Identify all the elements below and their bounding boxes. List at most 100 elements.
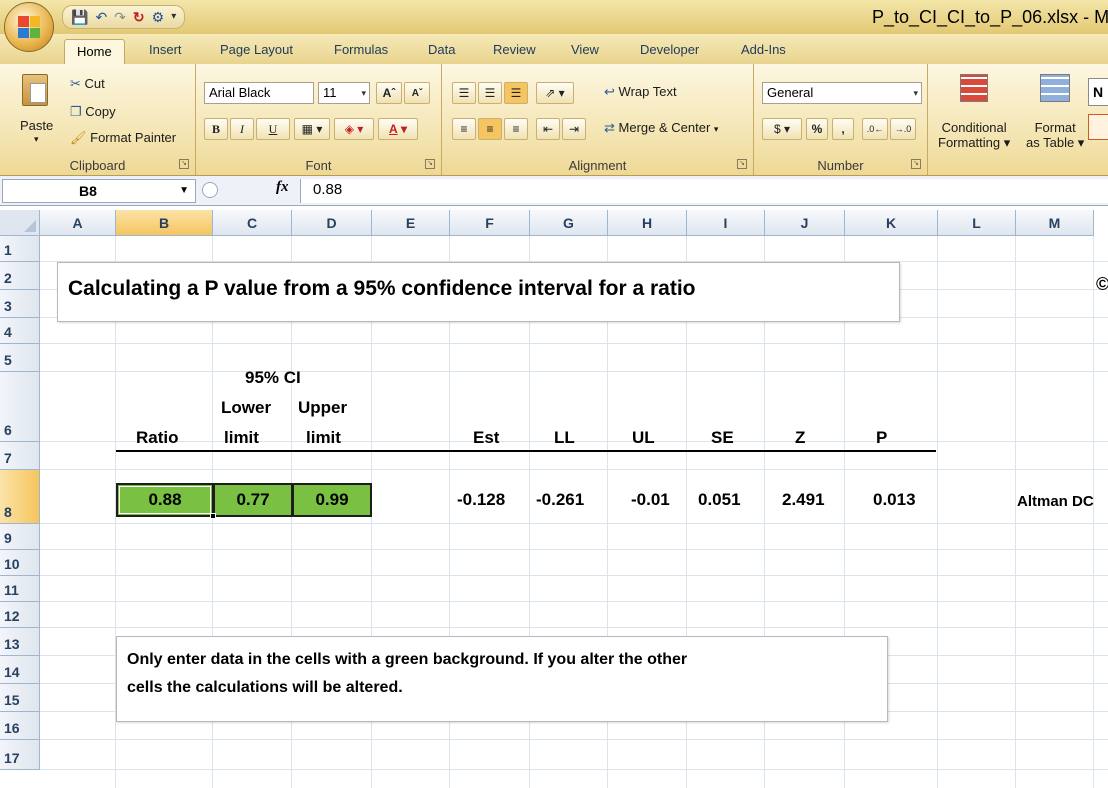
office-button[interactable] [4, 2, 54, 52]
input-lower-cell[interactable]: 0.77 [213, 483, 293, 517]
align-middle-icon[interactable]: ☰ [478, 82, 502, 104]
name-box[interactable]: B8 ▼ [2, 179, 196, 203]
row-header-3[interactable]: 3 [0, 290, 40, 318]
column-header-a[interactable]: A [40, 210, 116, 236]
font-launcher-icon[interactable]: ↘ [425, 159, 435, 169]
row-header-15[interactable]: 15 [0, 684, 40, 712]
select-all-corner[interactable] [0, 210, 40, 236]
clipboard-launcher-icon[interactable]: ↘ [179, 159, 189, 169]
row-header-9[interactable]: 9 [0, 524, 40, 550]
merge-center-button[interactable]: ⇄ Merge & Center ▾ [604, 120, 718, 136]
note-textbox[interactable]: Only enter data in the cells with a gree… [116, 636, 888, 722]
row-header-11[interactable]: 11 [0, 576, 40, 602]
fill-handle[interactable] [210, 513, 216, 519]
orientation-icon[interactable]: ⇗ ▾ [536, 82, 574, 104]
tab-view[interactable]: View [571, 42, 599, 57]
row-header-17[interactable]: 17 [0, 740, 40, 770]
column-header-d[interactable]: D [292, 210, 372, 236]
paste-button[interactable]: Paste [20, 118, 53, 133]
decrease-indent-icon[interactable]: ⇤ [536, 118, 560, 140]
bold-button[interactable]: B [204, 118, 228, 140]
grow-font-icon[interactable]: Aˆ [376, 82, 402, 104]
comma-button[interactable]: , [832, 118, 854, 140]
underline-button[interactable]: U [256, 118, 290, 140]
percent-button[interactable]: % [806, 118, 828, 140]
increase-indent-icon[interactable]: ⇥ [562, 118, 586, 140]
row-header-12[interactable]: 12 [0, 602, 40, 628]
column-header-c[interactable]: C [213, 210, 292, 236]
paste-icon[interactable] [22, 74, 48, 106]
row-header-13[interactable]: 13 [0, 628, 40, 656]
column-header-k[interactable]: K [845, 210, 938, 236]
borders-icon[interactable]: ▦ ▾ [294, 118, 330, 140]
row-header-8[interactable]: 8 [0, 470, 40, 524]
cell-styles-button[interactable]: N [1088, 78, 1108, 106]
row-header-1[interactable]: 1 [0, 236, 40, 262]
italic-button[interactable]: I [230, 118, 254, 140]
cut-button[interactable]: ✂ Cut [70, 76, 105, 92]
tab-review[interactable]: Review [493, 42, 536, 57]
input-ratio-cell[interactable]: 0.88 [116, 483, 214, 517]
paste-dropdown-icon[interactable]: ▾ [34, 134, 39, 145]
conditional-formatting-icon[interactable] [960, 74, 988, 102]
tab-insert[interactable]: Insert [149, 42, 182, 57]
redo-icon[interactable]: ↷ [114, 8, 126, 26]
column-header-i[interactable]: I [687, 210, 765, 236]
input-upper-cell[interactable]: 0.99 [292, 483, 372, 517]
row-header-7[interactable]: 7 [0, 442, 40, 470]
column-header-e[interactable]: E [372, 210, 450, 236]
row-header-14[interactable]: 14 [0, 656, 40, 684]
row-header-4[interactable]: 4 [0, 318, 40, 344]
column-header-b[interactable]: B [116, 210, 213, 236]
decrease-decimal-icon[interactable]: →.0 [890, 118, 916, 140]
increase-decimal-icon[interactable]: .0← [862, 118, 888, 140]
column-header-j[interactable]: J [765, 210, 845, 236]
tab-page-layout[interactable]: Page Layout [220, 42, 293, 57]
worksheet-grid[interactable]: ABCDEFGHIJKLM 1 2 3 4 5 6 7 8 9 10 11 12 13 14 15 16 17 … [0, 210, 1108, 788]
column-header-m[interactable]: M [1016, 210, 1094, 236]
save-icon[interactable]: 💾 [71, 8, 88, 26]
accounting-format-icon[interactable]: $ ▾ [762, 118, 802, 140]
align-top-icon[interactable]: ☰ [452, 82, 476, 104]
repeat-icon[interactable]: ↻ [133, 8, 145, 26]
tab-add-ins[interactable]: Add-Ins [741, 42, 786, 57]
tab-developer[interactable]: Developer [640, 42, 699, 57]
title-textbox[interactable]: Calculating a P value from a 95% confide… [57, 262, 900, 322]
align-bottom-icon[interactable]: ☰ [504, 82, 528, 104]
row-header-6[interactable]: 6 [0, 372, 40, 442]
number-format-combo[interactable]: General ▾ [762, 82, 922, 104]
undo-icon[interactable]: ↶ [95, 8, 107, 26]
conditional-formatting-button[interactable]: Conditional Formatting ▾ [938, 120, 1010, 150]
align-center-icon[interactable]: ≡ [478, 118, 502, 140]
fill-color-icon[interactable]: ◈ ▾ [334, 118, 374, 140]
column-header-f[interactable]: F [450, 210, 530, 236]
row-header-2[interactable]: 2 [0, 262, 40, 290]
cell-styles-swatch[interactable] [1088, 114, 1108, 140]
column-header-g[interactable]: G [530, 210, 608, 236]
number-launcher-icon[interactable]: ↘ [911, 159, 921, 169]
tab-home[interactable]: Home [64, 39, 125, 64]
insert-function-icon[interactable]: fx [276, 179, 289, 196]
wrap-text-button[interactable]: ↩ Wrap Text [604, 84, 677, 100]
row-header-10[interactable]: 10 [0, 550, 40, 576]
customize-icon[interactable]: ⚙ [152, 8, 165, 26]
alignment-launcher-icon[interactable]: ↘ [737, 159, 747, 169]
column-header-h[interactable]: H [608, 210, 687, 236]
font-size-combo[interactable]: 11 ▾ [318, 82, 370, 104]
align-right-icon[interactable]: ≡ [504, 118, 528, 140]
row-header-16[interactable]: 16 [0, 712, 40, 740]
tab-formulas[interactable]: Formulas [334, 42, 388, 57]
format-as-table-button[interactable]: Format as Table ▾ [1026, 120, 1084, 150]
font-color-button[interactable]: A ▾ [378, 118, 418, 140]
align-left-icon[interactable]: ≡ [452, 118, 476, 140]
format-as-table-icon[interactable] [1040, 74, 1070, 102]
tab-data[interactable]: Data [428, 42, 455, 57]
font-name-combo[interactable]: Arial Black [204, 82, 314, 104]
row-header-5[interactable]: 5 [0, 344, 40, 372]
qat-dropdown-icon[interactable]: ▾ [171, 8, 176, 26]
shrink-font-icon[interactable]: Aˇ [404, 82, 430, 104]
column-header-l[interactable]: L [938, 210, 1016, 236]
formula-bar-expand-icon[interactable] [202, 182, 218, 198]
format-painter-button[interactable]: 🖌 Format Painter [70, 130, 176, 146]
formula-input[interactable]: 0.88 [300, 179, 1108, 203]
